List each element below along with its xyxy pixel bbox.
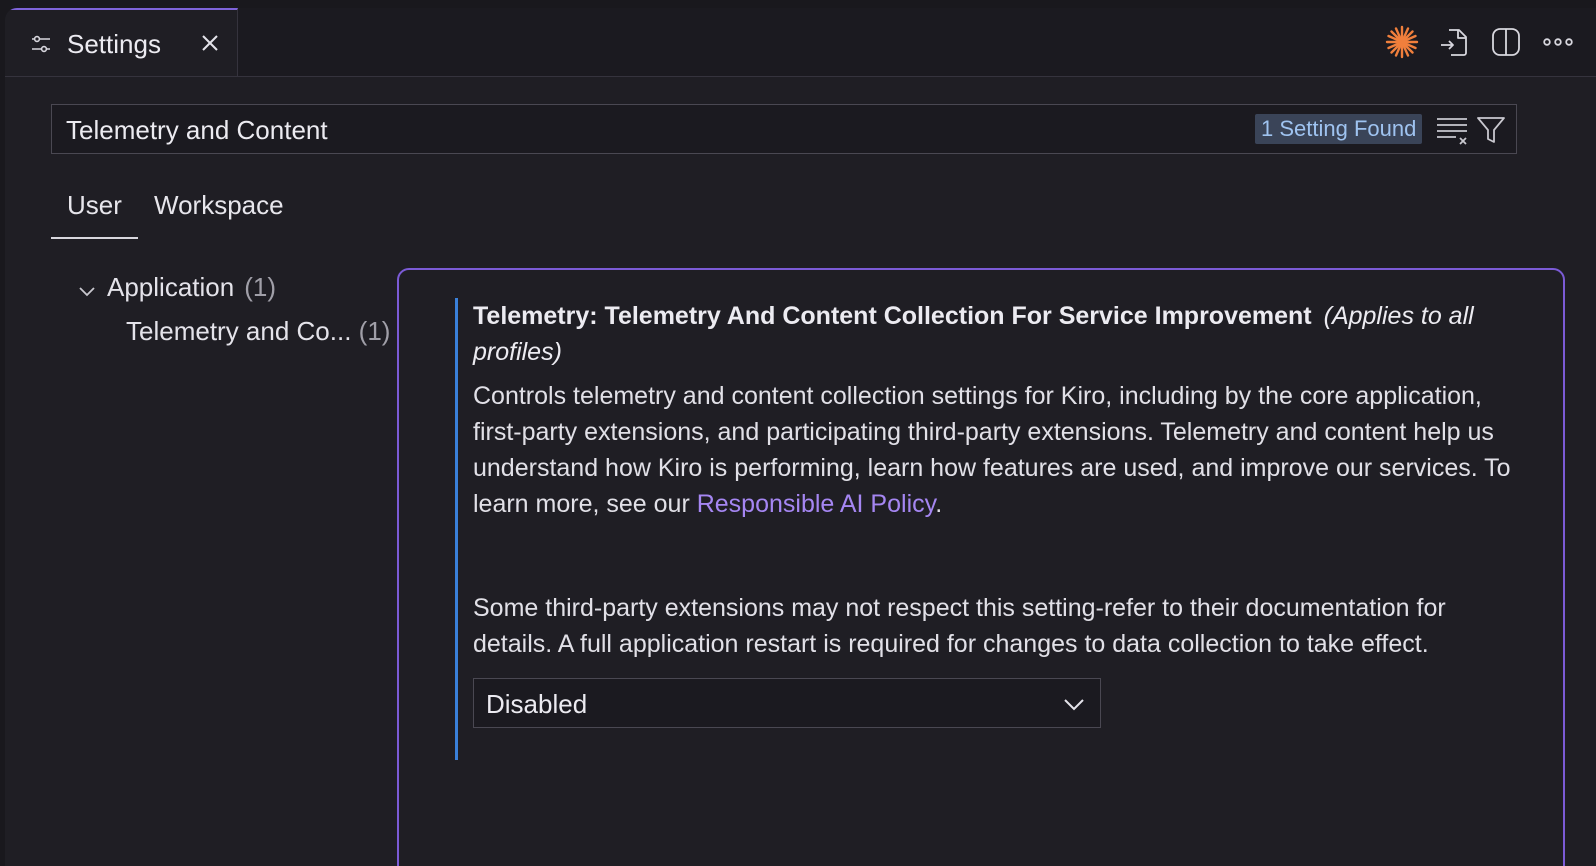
editor-tab-bar: Settings: [5, 8, 1596, 77]
setting-title: Telemetry: Telemetry And Content Collect…: [473, 298, 1513, 370]
toc-group-count: (1): [244, 272, 276, 302]
description-note: Some third-party extensions may not resp…: [473, 594, 1446, 658]
setting-name: Telemetry And Content Collection For Ser…: [604, 302, 1312, 330]
more-actions-icon[interactable]: [1540, 24, 1576, 60]
dropdown-value: Disabled: [486, 689, 588, 719]
clear-filter-icon[interactable]: [1436, 114, 1468, 146]
telemetry-level-dropdown[interactable]: Disabled: [473, 678, 1101, 728]
result-count-badge: 1 Setting Found: [1255, 114, 1423, 144]
settings-list-panel: Telemetry: Telemetry And Content Collect…: [397, 268, 1565, 866]
settings-editor: Settings Telemetry and Content 1 Setting…: [5, 8, 1596, 866]
split-editor-icon[interactable]: [1488, 24, 1524, 60]
description-end: .: [935, 490, 943, 518]
active-tab-indicator: [51, 237, 138, 239]
editor-actions: [1384, 22, 1576, 62]
filter-icon[interactable]: [1476, 115, 1506, 145]
settings-sliders-icon: [30, 33, 52, 55]
chevron-down-icon: [77, 278, 97, 298]
chevron-down-icon: [1062, 693, 1086, 717]
settings-search-box: 1 Setting Found: [51, 104, 1517, 154]
toc-group-label: Application: [107, 272, 235, 302]
search-input[interactable]: [64, 113, 1218, 147]
toc-item-label: Telemetry and Co...: [126, 316, 352, 346]
setting-description: Controls telemetry and content collectio…: [473, 378, 1513, 662]
toc-item-telemetry[interactable]: Telemetry and Co... (1): [126, 316, 390, 347]
tab-workspace[interactable]: Workspace: [154, 190, 284, 221]
setting-category: Telemetry:: [473, 302, 605, 330]
setting-item-telemetry: Telemetry: Telemetry And Content Collect…: [455, 298, 1513, 760]
responsible-ai-policy-link[interactable]: Responsible AI Policy: [697, 490, 936, 518]
description-text: Controls telemetry and content collectio…: [473, 382, 1511, 518]
toc-item-count: (1): [358, 316, 391, 346]
tab-user[interactable]: User: [67, 190, 122, 221]
tab-title: Settings: [67, 29, 161, 59]
settings-tab[interactable]: Settings: [5, 8, 238, 76]
close-icon[interactable]: [198, 31, 222, 55]
kiro-spark-icon[interactable]: [1384, 24, 1420, 60]
open-settings-json-icon[interactable]: [1436, 24, 1472, 60]
toc-group-application[interactable]: Application (1): [77, 272, 276, 303]
